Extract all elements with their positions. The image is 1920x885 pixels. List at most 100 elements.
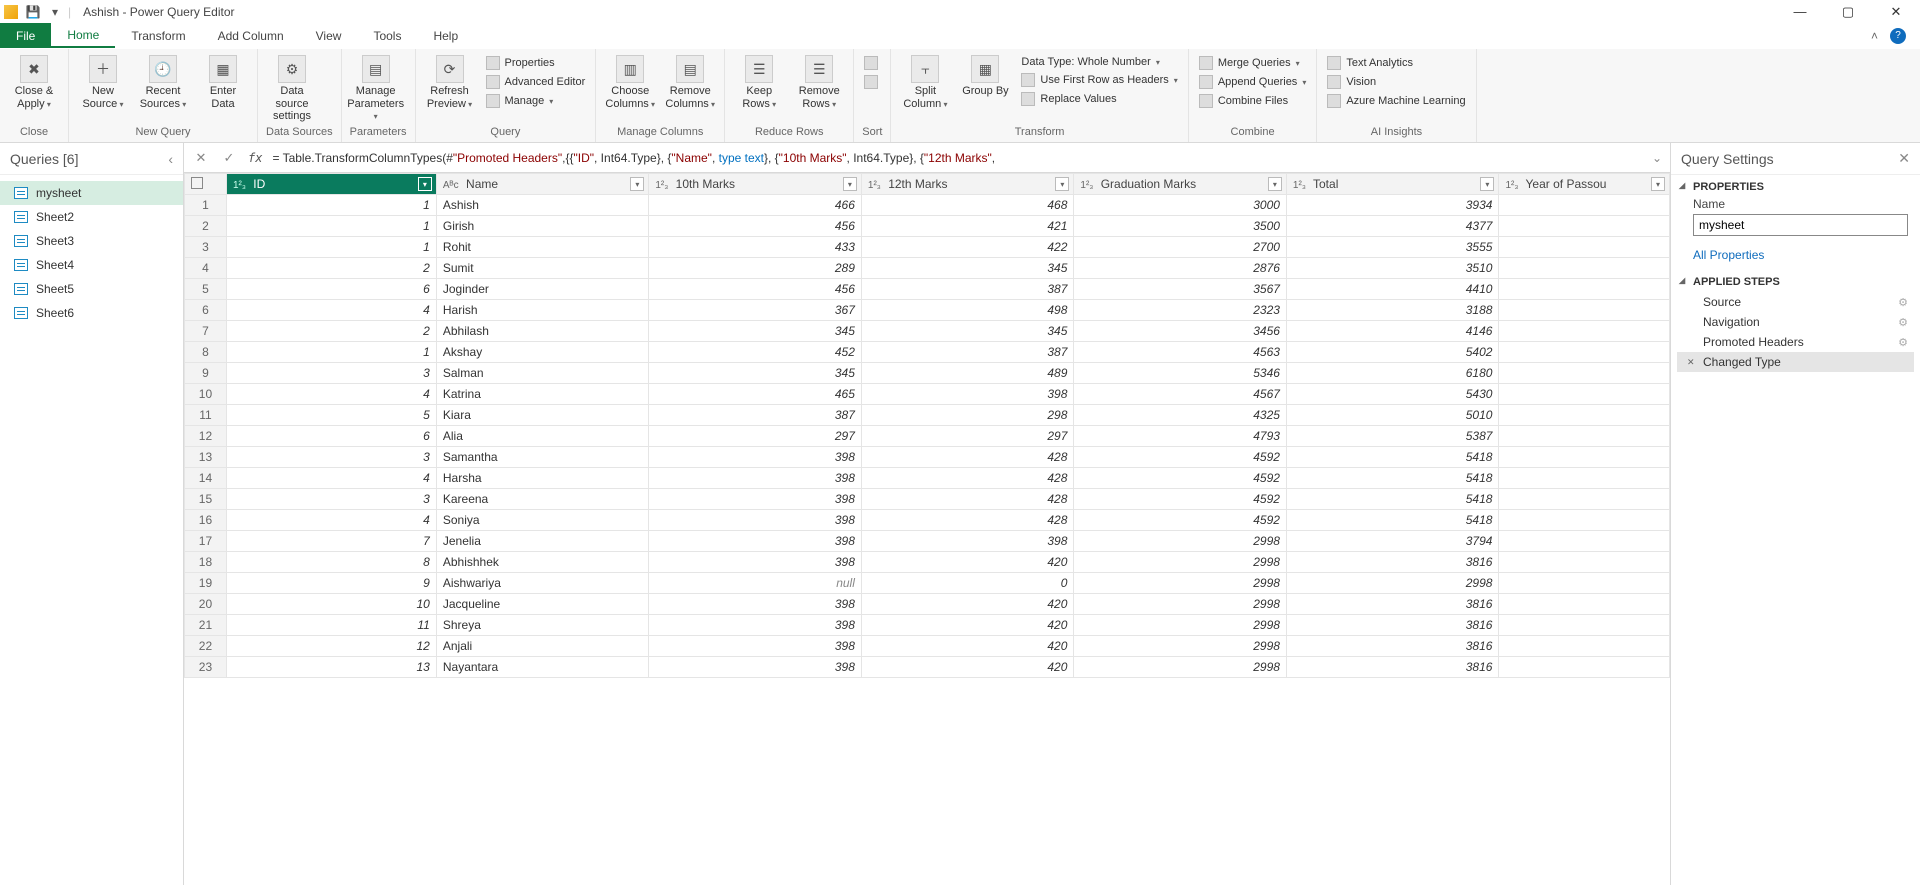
step-changed-type[interactable]: Changed Type bbox=[1677, 352, 1914, 372]
new-source-button[interactable]: ＋New Source bbox=[77, 53, 129, 110]
row-number[interactable]: 10 bbox=[185, 384, 227, 405]
gear-icon[interactable]: ⚙ bbox=[1898, 336, 1908, 349]
cell-12th[interactable]: 428 bbox=[861, 489, 1074, 510]
advanced-editor-button[interactable]: Advanced Editor bbox=[484, 74, 588, 90]
cell-name[interactable]: Abhilash bbox=[436, 321, 649, 342]
cell-year[interactable] bbox=[1499, 279, 1670, 300]
cell-grad[interactable]: 4325 bbox=[1074, 405, 1287, 426]
remove-columns-button[interactable]: ▤Remove Columns bbox=[664, 53, 716, 110]
cell-10th[interactable]: 456 bbox=[649, 279, 862, 300]
cell-12th[interactable]: 420 bbox=[861, 657, 1074, 678]
cell-total[interactable]: 4146 bbox=[1286, 321, 1499, 342]
column-header-graduation-marks[interactable]: 1²₃ Graduation Marks▾ bbox=[1074, 174, 1287, 195]
cell-grad[interactable]: 2998 bbox=[1074, 552, 1287, 573]
cell-year[interactable] bbox=[1499, 405, 1670, 426]
gear-icon[interactable]: ⚙ bbox=[1898, 316, 1908, 329]
filter-icon[interactable]: ▾ bbox=[1651, 177, 1665, 191]
cell-year[interactable] bbox=[1499, 363, 1670, 384]
transform-tab[interactable]: Transform bbox=[115, 23, 201, 48]
cell-year[interactable] bbox=[1499, 594, 1670, 615]
cell-grad[interactable]: 5346 bbox=[1074, 363, 1287, 384]
row-number[interactable]: 15 bbox=[185, 489, 227, 510]
sort-asc-button[interactable] bbox=[862, 55, 880, 71]
table-row[interactable]: 81Akshay45238745635402 bbox=[185, 342, 1670, 363]
cell-10th[interactable]: 456 bbox=[649, 216, 862, 237]
cell-id[interactable]: 3 bbox=[226, 363, 436, 384]
cell-10th[interactable]: 398 bbox=[649, 594, 862, 615]
cell-id[interactable]: 1 bbox=[226, 195, 436, 216]
cancel-formula-icon[interactable]: ✕ bbox=[192, 149, 210, 167]
table-row[interactable]: 153Kareena39842845925418 bbox=[185, 489, 1670, 510]
cell-year[interactable] bbox=[1499, 447, 1670, 468]
cell-12th[interactable]: 498 bbox=[861, 300, 1074, 321]
cell-12th[interactable]: 298 bbox=[861, 405, 1074, 426]
cell-12th[interactable]: 420 bbox=[861, 594, 1074, 615]
table-row[interactable]: 188Abhishhek39842029983816 bbox=[185, 552, 1670, 573]
table-row[interactable]: 126Alia29729747935387 bbox=[185, 426, 1670, 447]
column-header-12th-marks[interactable]: 1²₃ 12th Marks▾ bbox=[861, 174, 1074, 195]
cell-12th[interactable]: 345 bbox=[861, 321, 1074, 342]
column-header-id[interactable]: 1²₃ ID▾ bbox=[226, 174, 436, 195]
cell-total[interactable]: 6180 bbox=[1286, 363, 1499, 384]
row-number[interactable]: 6 bbox=[185, 300, 227, 321]
table-row[interactable]: 72Abhilash34534534564146 bbox=[185, 321, 1670, 342]
cell-grad[interactable]: 4567 bbox=[1074, 384, 1287, 405]
maximize-button[interactable]: ▢ bbox=[1828, 2, 1868, 22]
keep-rows-button[interactable]: ☰Keep Rows bbox=[733, 53, 785, 110]
cell-10th[interactable]: 398 bbox=[649, 489, 862, 510]
row-number[interactable]: 17 bbox=[185, 531, 227, 552]
cell-id[interactable]: 9 bbox=[226, 573, 436, 594]
cell-total[interactable]: 5418 bbox=[1286, 489, 1499, 510]
cell-year[interactable] bbox=[1499, 468, 1670, 489]
cell-12th[interactable]: 387 bbox=[861, 342, 1074, 363]
table-row[interactable]: 31Rohit43342227003555 bbox=[185, 237, 1670, 258]
cell-grad[interactable]: 4592 bbox=[1074, 447, 1287, 468]
row-number[interactable]: 11 bbox=[185, 405, 227, 426]
cell-id[interactable]: 1 bbox=[226, 216, 436, 237]
step-navigation[interactable]: Navigation⚙ bbox=[1677, 312, 1914, 332]
cell-name[interactable]: Samantha bbox=[436, 447, 649, 468]
enter-data-button[interactable]: ▦Enter Data bbox=[197, 53, 249, 110]
row-number[interactable]: 14 bbox=[185, 468, 227, 489]
cell-10th[interactable]: 398 bbox=[649, 636, 862, 657]
cell-10th[interactable]: 398 bbox=[649, 510, 862, 531]
cell-total[interactable]: 4377 bbox=[1286, 216, 1499, 237]
cell-name[interactable]: Jenelia bbox=[436, 531, 649, 552]
cell-12th[interactable]: 398 bbox=[861, 531, 1074, 552]
queries-collapse-icon[interactable]: ‹ bbox=[168, 151, 173, 167]
cell-10th[interactable]: 398 bbox=[649, 531, 862, 552]
cell-name[interactable]: Nayantara bbox=[436, 657, 649, 678]
cell-id[interactable]: 10 bbox=[226, 594, 436, 615]
cell-name[interactable]: Harsha bbox=[436, 468, 649, 489]
cell-total[interactable]: 5402 bbox=[1286, 342, 1499, 363]
first-row-headers-button[interactable]: Use First Row as Headers bbox=[1019, 72, 1179, 88]
cell-id[interactable]: 6 bbox=[226, 279, 436, 300]
cell-12th[interactable]: 421 bbox=[861, 216, 1074, 237]
row-number[interactable]: 9 bbox=[185, 363, 227, 384]
cell-id[interactable]: 13 bbox=[226, 657, 436, 678]
cell-year[interactable] bbox=[1499, 531, 1670, 552]
row-number[interactable]: 22 bbox=[185, 636, 227, 657]
row-number[interactable]: 2 bbox=[185, 216, 227, 237]
settings-close-icon[interactable]: ✕ bbox=[1898, 150, 1910, 167]
cell-10th[interactable]: 452 bbox=[649, 342, 862, 363]
cell-year[interactable] bbox=[1499, 216, 1670, 237]
recent-sources-button[interactable]: 🕘Recent Sources bbox=[137, 53, 189, 110]
vision-button[interactable]: Vision bbox=[1325, 74, 1467, 90]
file-tab[interactable]: File bbox=[0, 23, 51, 48]
table-row[interactable]: 64Harish36749823233188 bbox=[185, 300, 1670, 321]
accept-formula-icon[interactable]: ✓ bbox=[220, 149, 238, 167]
cell-grad[interactable]: 2998 bbox=[1074, 594, 1287, 615]
cell-grad[interactable]: 2998 bbox=[1074, 636, 1287, 657]
filter-icon[interactable]: ▾ bbox=[1480, 177, 1494, 191]
cell-name[interactable]: Sumit bbox=[436, 258, 649, 279]
table-row[interactable]: 2010Jacqueline39842029983816 bbox=[185, 594, 1670, 615]
row-number[interactable]: 13 bbox=[185, 447, 227, 468]
filter-icon[interactable]: ▾ bbox=[630, 177, 644, 191]
home-tab[interactable]: Home bbox=[51, 23, 115, 48]
cell-name[interactable]: Abhishhek bbox=[436, 552, 649, 573]
cell-year[interactable] bbox=[1499, 489, 1670, 510]
row-number[interactable]: 16 bbox=[185, 510, 227, 531]
cell-id[interactable]: 1 bbox=[226, 237, 436, 258]
cell-10th[interactable]: 466 bbox=[649, 195, 862, 216]
